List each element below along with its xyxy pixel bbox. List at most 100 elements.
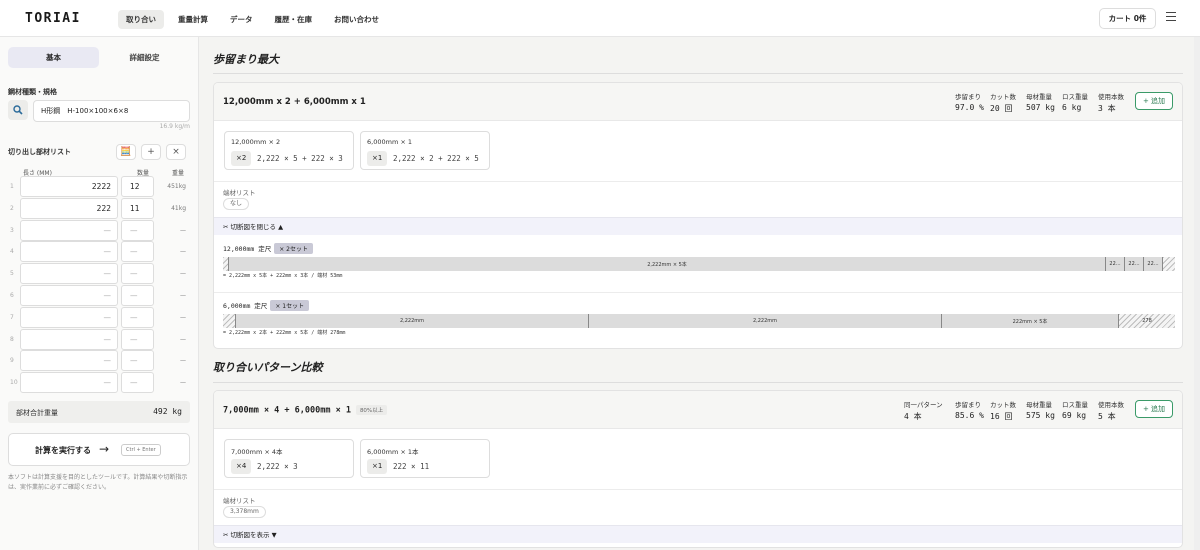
clear-button[interactable]: × bbox=[166, 144, 186, 160]
length-input[interactable]: — bbox=[20, 372, 118, 394]
scrollbar[interactable] bbox=[1194, 37, 1200, 550]
length-input[interactable]: 222 bbox=[20, 197, 118, 219]
kerf-segment bbox=[223, 314, 236, 328]
stat-loss-weight: ロス重量 69 kg bbox=[1062, 401, 1088, 420]
length-input[interactable]: — bbox=[20, 306, 118, 328]
unit-weight: 16.9 kg/m bbox=[159, 123, 190, 130]
search-button[interactable] bbox=[8, 100, 28, 120]
nav-history-stock[interactable]: 履歴・在庫 bbox=[267, 10, 321, 29]
stat-loss-weight: ロス重量 6 kg bbox=[1062, 93, 1088, 112]
remnant-segment bbox=[1163, 257, 1175, 271]
stock-bar-label: 12,000mm 定尺 × 2セット bbox=[223, 243, 313, 254]
stat-yield: 歩留まり 97.0 % bbox=[955, 93, 984, 112]
total-weight-value: 492 kg bbox=[153, 407, 182, 416]
main-content: 歩留まり最大 12,000mm x 2 + 6,000mm x 1 歩留まり 97… bbox=[200, 37, 1194, 550]
app-logo[interactable]: TORIAI bbox=[25, 11, 81, 26]
quantity-input[interactable]: — bbox=[121, 241, 154, 263]
length-input[interactable]: 2222 bbox=[20, 176, 118, 197]
pattern-expression: 2,222 × 3 bbox=[257, 462, 298, 471]
row-weight: — bbox=[180, 292, 186, 299]
row-weight: — bbox=[180, 313, 186, 321]
length-input[interactable]: — bbox=[20, 285, 118, 306]
length-input[interactable]: — bbox=[20, 241, 118, 263]
quantity-input[interactable]: — bbox=[121, 350, 154, 372]
add-button[interactable]: + 追加 bbox=[1135, 92, 1173, 110]
row-number: 5 bbox=[10, 270, 14, 278]
pattern-expression: 222 × 11 bbox=[393, 462, 430, 471]
table-row: 9— — — bbox=[8, 350, 190, 372]
multiplier-chip: ×2 bbox=[231, 151, 252, 166]
table-row: 4— — — bbox=[8, 241, 190, 263]
multiplier-chip: ×4 bbox=[231, 459, 252, 474]
table-row: 6— — — bbox=[8, 285, 190, 306]
calculator-icon: 🧮 bbox=[120, 147, 132, 157]
pattern-box: 12,000mm × 2 ×2 2,222 × 5 + 222 × 3 bbox=[224, 131, 354, 170]
spec-input[interactable]: H形鋼 H-100×100×6×8 bbox=[33, 100, 190, 122]
bar-summary: = 2,222mm x 2本 + 222mm x 5本 / 端材 278mm bbox=[223, 330, 346, 336]
length-input[interactable]: — bbox=[20, 350, 118, 372]
pattern-box: 6,000mm × 1本 ×1 222 × 11 bbox=[360, 439, 490, 478]
cut-segment: 22... bbox=[1106, 257, 1125, 271]
set-tag: × 1セット bbox=[270, 300, 310, 311]
table-row: 1 2222 12 451kg bbox=[8, 176, 190, 197]
nav-contact[interactable]: お問い合わせ bbox=[326, 10, 387, 29]
stat-same-pattern: 同一パターン 4 本 bbox=[904, 401, 943, 421]
multiplier-chip: ×1 bbox=[367, 459, 388, 474]
hamburger-menu-icon[interactable] bbox=[1166, 12, 1176, 22]
card-header: 7,000mm × 4 + 6,000mm × 1 80%以上 同一パターン 4 本… bbox=[214, 391, 1182, 429]
divider bbox=[213, 73, 1183, 74]
toggle-cut-diagram[interactable]: ✂ 切断図を閉じる ▲ bbox=[214, 217, 1182, 235]
quantity-input[interactable]: — bbox=[121, 372, 154, 394]
row-weight: — bbox=[180, 270, 186, 278]
length-input[interactable]: — bbox=[20, 263, 118, 285]
card-title: 7,000mm × 4 + 6,000mm × 1 80%以上 bbox=[223, 405, 388, 416]
quantity-input[interactable]: — bbox=[121, 328, 154, 350]
nav-torigai[interactable]: 取り合い bbox=[118, 10, 164, 29]
add-row-button[interactable]: + bbox=[141, 144, 161, 160]
nav-weight-calc[interactable]: 重量計算 bbox=[170, 10, 216, 29]
card-title: 12,000mm x 2 + 6,000mm x 1 bbox=[223, 97, 366, 107]
remnant-label: 端材リスト bbox=[223, 497, 256, 505]
tab-basic[interactable]: 基本 bbox=[8, 47, 99, 68]
cut-bar: 2,222mm 2,222mm 222mm × 5本 278 bbox=[223, 314, 1175, 328]
cut-segment: 2,222mm bbox=[236, 314, 589, 328]
remnant-chip: なし bbox=[223, 198, 250, 210]
quantity-input[interactable]: — bbox=[121, 285, 154, 306]
row-weight: 451kg bbox=[167, 183, 186, 190]
stat-material-weight: 母材重量 575 kg bbox=[1026, 401, 1055, 420]
row-number: 2 bbox=[10, 204, 14, 212]
cut-segment: 222mm × 5本 bbox=[942, 314, 1119, 328]
table-row: 7— — — bbox=[8, 306, 190, 328]
add-button[interactable]: + 追加 bbox=[1135, 400, 1173, 418]
row-number: 4 bbox=[10, 248, 14, 256]
stat-bars-used: 使用本数 5 本 bbox=[1098, 401, 1124, 421]
tab-advanced[interactable]: 詳細設定 bbox=[99, 47, 190, 68]
cut-segment: 22... bbox=[1144, 257, 1163, 271]
divider bbox=[213, 382, 1183, 383]
toggle-cut-diagram[interactable]: ✂ 切断図を表示 ▼ bbox=[214, 525, 1182, 543]
pattern-box: 7,000mm × 4本 ×4 2,222 × 3 bbox=[224, 439, 354, 478]
row-weight: — bbox=[180, 226, 186, 234]
stock-bar-label: 6,000mm 定尺 × 1セット bbox=[223, 300, 310, 311]
section-title-max-yield: 歩留まり最大 bbox=[213, 53, 279, 66]
stat-yield: 歩留まり 85.6 % bbox=[955, 401, 984, 420]
length-input[interactable]: — bbox=[20, 219, 118, 241]
total-weight-label: 部材合計重量 bbox=[16, 409, 58, 417]
pattern-expression: 2,222 × 5 + 222 × 3 bbox=[257, 154, 343, 163]
cart-button[interactable]: カート 0件 bbox=[1099, 8, 1156, 29]
quantity-input[interactable]: — bbox=[121, 219, 154, 241]
quantity-input[interactable]: 11 bbox=[121, 197, 154, 219]
row-number: 10 bbox=[10, 379, 18, 387]
run-calculation-button[interactable]: 計算を実行する → Ctrl + Enter bbox=[8, 433, 190, 466]
calculator-button[interactable]: 🧮 bbox=[116, 144, 136, 160]
bar-summary: = 2,222mm x 5本 + 222mm x 3本 / 端材 53mm bbox=[223, 273, 343, 279]
pattern-box: 6,000mm × 1 ×1 2,222 × 2 + 222 × 5 bbox=[360, 131, 490, 170]
table-row: 2 222 11 41kg bbox=[8, 197, 190, 219]
quantity-input[interactable]: — bbox=[121, 263, 154, 285]
stat-bars-used: 使用本数 3 本 bbox=[1098, 93, 1124, 113]
quantity-input[interactable]: 12 bbox=[121, 176, 154, 197]
length-input[interactable]: — bbox=[20, 328, 118, 350]
nav-data[interactable]: データ bbox=[222, 10, 261, 29]
quantity-input[interactable]: — bbox=[121, 306, 154, 328]
stat-material-weight: 母材重量 507 kg bbox=[1026, 93, 1055, 112]
